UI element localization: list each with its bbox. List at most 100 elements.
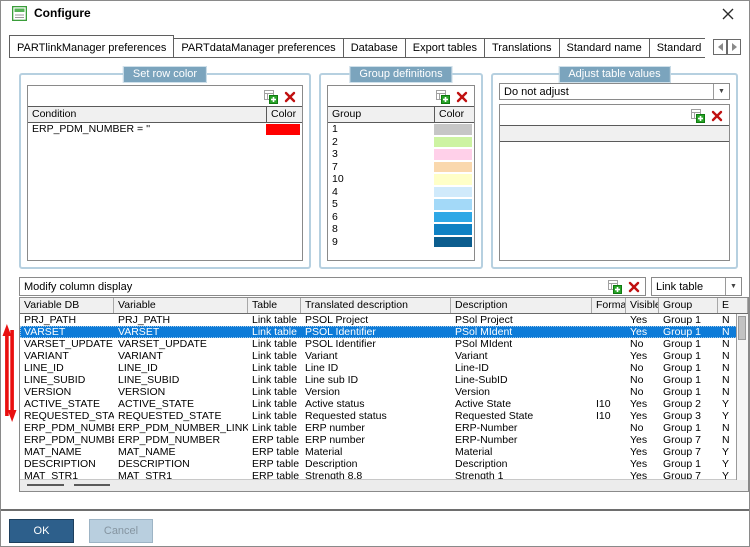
group-row[interactable]: 1 xyxy=(328,123,474,136)
cell-variable: ACTIVE_STATE xyxy=(114,398,248,410)
tab-database[interactable]: Database xyxy=(344,38,406,58)
vertical-scrollbar-thumb[interactable] xyxy=(738,316,746,340)
cell-translated-description: ERP number xyxy=(301,434,451,446)
cell-variable: LINE_SUBID xyxy=(114,374,248,386)
group-color-swatch[interactable] xyxy=(434,212,472,223)
table-row[interactable]: VARSETVARSETLink tablePSOL IdentifierPSo… xyxy=(20,326,748,338)
cell-visible: No xyxy=(626,386,659,398)
adjust-table-empty-header xyxy=(500,125,729,142)
cell-visible: Yes xyxy=(626,458,659,470)
col-header-visible[interactable]: Visible xyxy=(626,298,659,313)
group-color-swatch[interactable] xyxy=(434,162,472,173)
group-color-swatch[interactable] xyxy=(434,137,472,148)
tab-partdatamanager-preferences[interactable]: PARTdataManager preferences xyxy=(174,38,343,58)
col-header-variable-db[interactable]: Variable DB xyxy=(20,298,114,313)
table-row[interactable]: MAT_NAMEMAT_NAMEERP tableMaterialMateria… xyxy=(20,446,748,458)
group-row[interactable]: 8 xyxy=(328,223,474,236)
col-header-description[interactable]: Description xyxy=(451,298,592,313)
group-row[interactable]: 10 xyxy=(328,173,474,186)
group-color-swatch[interactable] xyxy=(434,149,472,160)
group-row[interactable]: 2 xyxy=(328,136,474,149)
condition-row[interactable]: ERP_PDM_NUMBER = '' xyxy=(28,123,302,136)
cell-variable-db: LINE_SUBID xyxy=(20,374,114,386)
table-row[interactable]: VARIANTVARIANTLink tableVariantVariantYe… xyxy=(20,350,748,362)
table-row[interactable]: ERP_PDM_NUMBERERP_PDM_NUMBERERP tableERP… xyxy=(20,434,748,446)
horizontal-scrollbar[interactable] xyxy=(20,479,748,491)
cell-variable: ERP_PDM_NUMBER xyxy=(114,434,248,446)
table-row[interactable]: VARSET_UPDATEVARSET_UPDATELink tablePSOL… xyxy=(20,338,748,350)
cell-visible: No xyxy=(626,374,659,386)
tab-standard-name-short[interactable]: Standard name (short) xyxy=(650,38,705,58)
group-number: 4 xyxy=(328,186,434,199)
table-row[interactable]: DESCRIPTIONDESCRIPTIONERP tableDescripti… xyxy=(20,458,748,470)
col-header-e[interactable]: E xyxy=(718,298,748,313)
group-row[interactable]: 4 xyxy=(328,186,474,199)
cell-variable: VARSET xyxy=(114,326,248,338)
add-group-icon[interactable] xyxy=(436,90,450,104)
delete-condition-icon[interactable] xyxy=(284,91,296,103)
add-condition-icon[interactable] xyxy=(264,90,278,104)
cell-translated-description: PSOL Project xyxy=(301,314,451,326)
tab-partlinkmanager-preferences[interactable]: PARTlinkManager preferences xyxy=(9,35,174,58)
group-row[interactable]: 7 xyxy=(328,161,474,174)
cell-description: Version xyxy=(451,386,592,398)
group-table-header: Group Color xyxy=(328,106,474,123)
col-header-variable[interactable]: Variable xyxy=(114,298,248,313)
adjust-mode-value: Do not adjust xyxy=(500,84,713,99)
col-header-table[interactable]: Table xyxy=(248,298,301,313)
delete-adjust-entry-icon[interactable] xyxy=(711,110,723,122)
cell-variable-db: LINE_ID xyxy=(20,362,114,374)
table-row[interactable]: REQUESTED_STATEREQUESTED_STATELink table… xyxy=(20,410,748,422)
group-color-swatch[interactable] xyxy=(434,124,472,135)
vertical-scrollbar[interactable] xyxy=(736,314,748,480)
column-table-header: Variable DB Variable Table Translated de… xyxy=(20,298,748,314)
table-row[interactable]: VERSIONVERSIONLink tableVersionVersionNo… xyxy=(20,386,748,398)
group-color-swatch[interactable] xyxy=(434,187,472,198)
table-row[interactable]: LINE_IDLINE_IDLink tableLine IDLine-IDNo… xyxy=(20,362,748,374)
tab-standard-name[interactable]: Standard name xyxy=(560,38,650,58)
group-color-swatch[interactable] xyxy=(434,224,472,235)
table-row[interactable]: ERP_PDM_NUMBERERP_PDM_NUMBER_LINKTABLELi… xyxy=(20,422,748,434)
add-adjust-entry-icon[interactable] xyxy=(691,109,705,123)
cell-table: Link table xyxy=(248,386,301,398)
adjust-mode-dropdown[interactable]: Do not adjust ▼ xyxy=(499,83,730,100)
group-row[interactable]: 9 xyxy=(328,236,474,249)
add-column-entry-icon[interactable] xyxy=(608,280,622,294)
cell-group: Group 1 xyxy=(659,314,718,326)
cell-variable: VARIANT xyxy=(114,350,248,362)
table-filter-dropdown[interactable]: Link table ▼ xyxy=(651,277,742,296)
col-header-translated-description[interactable]: Translated description xyxy=(301,298,451,313)
condition-color-swatch[interactable] xyxy=(266,124,300,135)
table-row[interactable]: PRJ_PATHPRJ_PATHLink tablePSOL ProjectPS… xyxy=(20,314,748,326)
table-row[interactable]: ACTIVE_STATEACTIVE_STATELink tableActive… xyxy=(20,398,748,410)
group-number: 9 xyxy=(328,236,434,249)
tab-export-tables[interactable]: Export tables xyxy=(406,38,485,58)
ok-button[interactable]: OK xyxy=(9,519,74,543)
delete-column-entry-icon[interactable] xyxy=(628,281,640,293)
tab-scroll-buttons xyxy=(713,39,741,55)
col-header-group[interactable]: Group xyxy=(659,298,718,313)
right-triangle-icon xyxy=(732,43,737,51)
table-row[interactable]: LINE_SUBIDLINE_SUBIDLink tableLine sub I… xyxy=(20,374,748,386)
adjust-table-values-caption: Adjust table values xyxy=(558,66,670,83)
dropdown-arrow-icon: ▼ xyxy=(725,278,741,295)
cancel-button[interactable]: Cancel xyxy=(89,519,153,543)
scroll-dash xyxy=(74,484,110,486)
group-row[interactable]: 6 xyxy=(328,211,474,224)
tab-scroll-left-button[interactable] xyxy=(713,39,727,55)
col-header-format[interactable]: Format xyxy=(592,298,626,313)
tab-scroll-right-button[interactable] xyxy=(727,39,741,55)
cell-variable: MAT_NAME xyxy=(114,446,248,458)
delete-group-icon[interactable] xyxy=(456,91,468,103)
group-color-swatch[interactable] xyxy=(434,199,472,210)
cell-variable-db: ERP_PDM_NUMBER xyxy=(20,434,114,446)
group-row[interactable]: 5 xyxy=(328,198,474,211)
cell-group: Group 1 xyxy=(659,338,718,350)
group-color-swatch[interactable] xyxy=(434,174,472,185)
group-color-swatch[interactable] xyxy=(434,237,472,248)
close-icon[interactable] xyxy=(721,7,735,21)
group-color-column-header: Color xyxy=(434,107,474,122)
group-row[interactable]: 3 xyxy=(328,148,474,161)
tab-translations[interactable]: Translations xyxy=(485,38,560,58)
cell-translated-description: Material xyxy=(301,446,451,458)
